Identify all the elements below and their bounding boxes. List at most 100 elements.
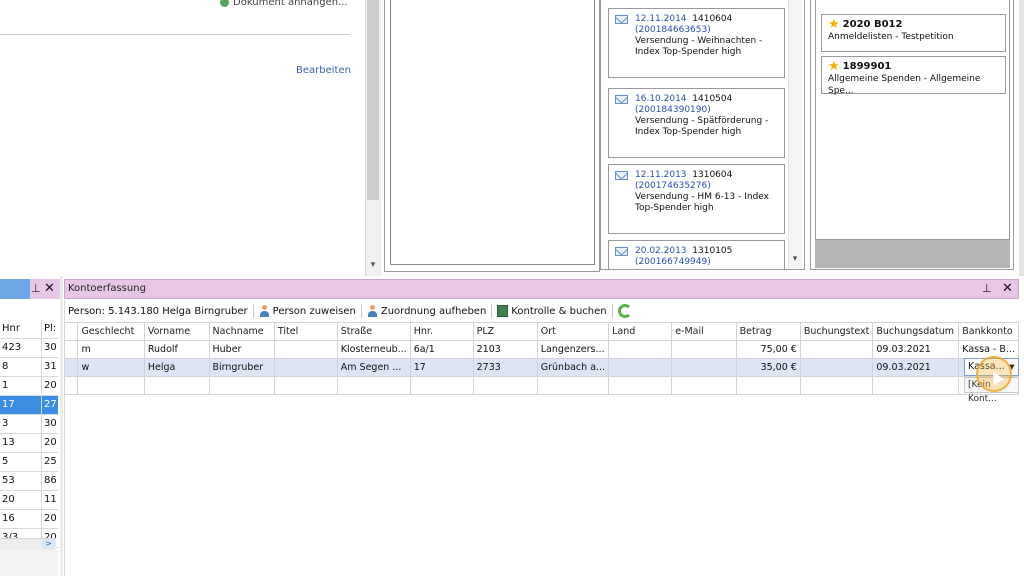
table-cell[interactable] — [472, 376, 538, 395]
left-panel-footer — [0, 550, 58, 576]
table-cell[interactable]: Birngruber — [208, 358, 275, 377]
column-header[interactable]: e-Mail — [671, 322, 737, 341]
table-cell[interactable] — [608, 376, 673, 395]
remove-assignment-button[interactable]: Zuordnung aufheben — [367, 305, 486, 317]
table-row[interactable]: m Rudolf Huber Klosterneub... 6a/1 2103 Langen… — [63, 340, 1019, 359]
table-row[interactable]: 1 20 — [0, 377, 58, 396]
table-cell[interactable] — [872, 376, 960, 395]
table-cell[interactable] — [273, 358, 338, 377]
new-row[interactable] — [63, 376, 1019, 395]
table-cell[interactable]: m — [77, 340, 145, 359]
column-header-hnr[interactable]: Hnr — [0, 320, 42, 338]
table-cell[interactable]: 09.03.2021 — [872, 358, 960, 377]
column-header-plz[interactable]: Pl: — [42, 320, 58, 338]
check-and-book-label: Kontrolle & buchen — [511, 305, 607, 317]
table-cell[interactable] — [409, 376, 474, 395]
detail-scrollbar-thumb[interactable] — [367, 0, 379, 200]
table-cell[interactable] — [799, 376, 874, 395]
table-cell[interactable]: Am Segen ... — [336, 358, 411, 377]
column-header[interactable]: Vorname — [143, 322, 210, 341]
column-header[interactable]: Geschlecht — [77, 322, 145, 341]
timeline-desc: Versendung - HM 6-13 - Index Top-Spender… — [635, 192, 769, 213]
timeline-card[interactable]: 12.11.2013 1310604 (200174635276) Versen… — [608, 164, 785, 234]
table-cell[interactable] — [273, 340, 338, 359]
table-cell[interactable] — [336, 376, 411, 395]
table-cell[interactable] — [799, 340, 874, 359]
table-cell[interactable]: 35,00 € — [735, 358, 801, 377]
table-cell[interactable]: Langenzers... — [536, 340, 610, 359]
favorite-card[interactable]: ★ 2020 B012 Anmeldelisten - Testpetition — [821, 14, 1006, 52]
table-cell[interactable] — [77, 376, 145, 395]
assign-person-button[interactable]: Person zuweisen — [259, 305, 356, 317]
chevron-down-icon[interactable]: ▾ — [789, 254, 801, 264]
column-header[interactable]: Straße — [336, 322, 411, 341]
panel-splitter[interactable] — [60, 276, 63, 576]
table-cell[interactable] — [671, 358, 737, 377]
scroll-right-icon[interactable]: > — [42, 539, 55, 549]
attach-document-link[interactable]: Dokument anhängen... — [220, 0, 348, 8]
table-cell[interactable] — [799, 358, 874, 377]
table-row[interactable]: 53 86 — [0, 472, 58, 491]
column-header[interactable]: Titel — [273, 322, 338, 341]
table-cell[interactable] — [273, 376, 338, 395]
column-header[interactable]: Nachname — [208, 322, 275, 341]
timeline-code: 1310105 — [692, 246, 733, 256]
table-row[interactable]: 3 30 — [0, 415, 58, 434]
table-cell[interactable] — [735, 376, 801, 395]
table-row[interactable]: w Helga Birngruber Am Segen ... 17 2733 Grünba… — [63, 358, 1019, 377]
edit-link[interactable]: Bearbeiten — [296, 65, 351, 76]
divider — [0, 34, 350, 35]
pin-icon[interactable]: ⊥ — [982, 282, 992, 295]
table-cell[interactable] — [608, 340, 673, 359]
table-row[interactable]: 5 25 — [0, 453, 58, 472]
timeline-scrollbar[interactable] — [788, 0, 802, 268]
table-cell[interactable]: 09.03.2021 — [872, 340, 960, 359]
timeline-card[interactable]: 12.11.2014 1410604 (200184663653) Versen… — [608, 8, 785, 78]
close-icon[interactable]: ✕ — [44, 281, 55, 296]
column-header[interactable]: Bankkonto — [958, 322, 1019, 341]
table-cell[interactable] — [608, 358, 673, 377]
table-row[interactable]: 16 20 — [0, 510, 58, 529]
column-header[interactable]: Buchungstext — [799, 322, 874, 341]
table-row[interactable]: 423 30 — [0, 339, 58, 358]
table-cell[interactable]: Grünbach a... — [536, 358, 610, 377]
column-header[interactable]: Ort — [536, 322, 610, 341]
table-cell[interactable]: w — [77, 358, 145, 377]
column-header[interactable]: Land — [608, 322, 673, 341]
table-cell[interactable] — [671, 340, 737, 359]
timeline-id: (200184390190) — [635, 105, 711, 115]
table-cell[interactable]: Klosterneub... — [336, 340, 411, 359]
column-header[interactable]: Hnr. — [409, 322, 474, 341]
table-cell[interactable]: 75,00 € — [735, 340, 801, 359]
close-icon[interactable]: ✕ — [1002, 281, 1013, 296]
scroll-down-icon[interactable]: ▾ — [366, 260, 380, 272]
table-cell[interactable]: 17 — [409, 358, 474, 377]
pin-icon[interactable]: ⊥ — [31, 282, 41, 295]
row-header-cell[interactable] — [63, 358, 79, 377]
table-cell[interactable]: Huber — [208, 340, 275, 359]
table-row[interactable]: 8 31 — [0, 358, 58, 377]
table-row[interactable]: 17 27 — [0, 396, 58, 415]
table-cell[interactable]: 2103 — [472, 340, 538, 359]
favorite-card[interactable]: ★ 1899901 Allgemeine Spenden - Allgemeine… — [821, 56, 1006, 96]
column-header[interactable]: Buchungsdatum — [872, 322, 960, 341]
table-cell[interactable] — [143, 376, 210, 395]
timeline-card[interactable]: 16.10.2014 1410504 (200184390190) Versen… — [608, 88, 785, 158]
left-panel-tab[interactable] — [0, 279, 30, 299]
table-row[interactable]: 13 20 — [0, 434, 58, 453]
row-header-cell[interactable] — [63, 340, 79, 359]
check-and-book-button[interactable]: Kontrolle & buchen — [497, 305, 607, 317]
refresh-button[interactable] — [617, 304, 632, 318]
table-cell[interactable]: 2733 — [472, 358, 538, 377]
timeline-card[interactable]: 20.02.2013 1310105 (200166749949) — [608, 240, 785, 269]
table-cell[interactable] — [671, 376, 737, 395]
table-cell[interactable]: Helga — [143, 358, 210, 377]
table-cell[interactable] — [63, 376, 79, 395]
column-header[interactable]: PLZ — [472, 322, 538, 341]
column-header[interactable]: Betrag — [735, 322, 801, 341]
table-cell[interactable] — [536, 376, 610, 395]
table-cell[interactable]: 6a/1 — [409, 340, 474, 359]
table-cell[interactable] — [208, 376, 275, 395]
table-row[interactable]: 20 11 — [0, 491, 58, 510]
table-cell[interactable]: Rudolf — [143, 340, 210, 359]
